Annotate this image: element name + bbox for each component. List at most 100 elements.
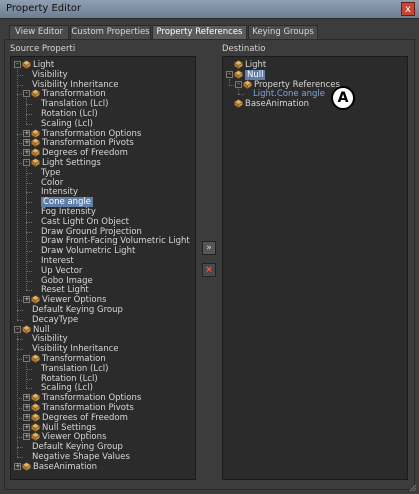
tree-connector <box>26 123 32 125</box>
tree-row-visibility-inheritance[interactable]: Visibility Inheritance <box>11 344 195 354</box>
tree-row-translation-lcl[interactable]: Translation (Lcl) <box>11 364 195 374</box>
tab-custom-properties[interactable]: Custom Properties <box>70 25 151 40</box>
tree-row-default-keying-group[interactable]: Default Keying Group <box>11 305 195 315</box>
expand-icon[interactable]: + <box>23 394 30 402</box>
tree-row-type[interactable]: Type <box>11 168 195 178</box>
collapse-icon[interactable]: - <box>23 355 30 362</box>
tree-row-scaling-lcl[interactable]: Scaling (Lcl) <box>11 383 195 393</box>
tree-connector <box>17 74 23 76</box>
tree-connector <box>26 251 32 253</box>
tree-row-translation-lcl[interactable]: Translation (Lcl) <box>11 99 195 109</box>
tree-row-transformation-pivots[interactable]: + Transformation Pivots <box>11 403 195 413</box>
tree-row-transformation[interactable]: - Transformation <box>11 89 195 99</box>
tree-row-baseanimation[interactable]: + BaseAnimation <box>11 462 195 472</box>
tree-row-transformation[interactable]: - Transformation <box>11 354 195 364</box>
tree-row-null-settings[interactable]: + Null Settings <box>11 423 195 433</box>
tree-row-label: Transformation Pivots <box>42 403 134 413</box>
tree-row-visibility-inheritance[interactable]: Visibility Inheritance <box>11 80 195 90</box>
tree-row-light[interactable]: - Light <box>11 60 195 70</box>
property-node-icon <box>30 89 41 99</box>
tree-row-label: Translation (Lcl) <box>41 99 109 110</box>
expand-icon[interactable]: + <box>23 413 30 421</box>
expand-icon[interactable]: + <box>23 139 30 147</box>
tree-row-property-references[interactable]: - Property References <box>223 80 407 90</box>
tree-row-label: BaseAnimation <box>245 99 310 110</box>
tree-row-draw-ground-projection[interactable]: Draw Ground Projection <box>11 227 195 237</box>
tab-view-editor[interactable]: View Editor <box>9 25 69 40</box>
tree-row-rotation-lcl[interactable]: Rotation (Lcl) <box>11 109 195 119</box>
tree-row-degrees-of-freedom[interactable]: + Degrees of Freedom <box>11 413 195 423</box>
tree-row-light-cone-angle[interactable]: Light.Cone angle <box>223 89 407 99</box>
tree-row-default-keying-group[interactable]: Default Keying Group <box>11 442 195 452</box>
collapse-icon[interactable]: - <box>14 61 21 68</box>
tree-row-up-vector[interactable]: Up Vector <box>11 266 195 276</box>
collapse-icon[interactable]: - <box>226 70 233 78</box>
tree-connector <box>17 133 22 135</box>
expand-icon[interactable]: + <box>23 433 30 441</box>
tree-row-decaytype[interactable]: DecayType <box>11 315 195 325</box>
tree-row-label: Draw Front-Facing Volumetric Light <box>41 236 190 247</box>
tree-row-transformation-options[interactable]: + Transformation Options <box>11 129 195 139</box>
remove-reference-button[interactable]: × <box>202 263 216 277</box>
tree-row-label: Visibility <box>32 69 68 80</box>
property-node-icon <box>21 60 32 70</box>
tree-row-degrees-of-freedom[interactable]: + Degrees of Freedom <box>11 148 195 158</box>
tree-connector <box>17 417 22 419</box>
tree-row-negative-shape-values[interactable]: Negative Shape Values <box>11 452 195 462</box>
collapse-icon[interactable]: - <box>23 159 30 166</box>
source-properties-tree[interactable]: - Light Visibility Visibility Inheritance - T… <box>10 56 196 480</box>
tab-keying-groups[interactable]: Keying Groups <box>248 25 318 40</box>
tree-connector <box>26 212 32 213</box>
expand-icon[interactable]: + <box>23 423 30 431</box>
tree-row-label: Cast Light On Object <box>41 216 129 227</box>
tree-row-label: Translation (Lcl) <box>41 363 109 374</box>
resize-grip-icon[interactable] <box>409 484 417 492</box>
expand-icon[interactable]: + <box>23 129 30 137</box>
tree-row-gobo-image[interactable]: Gobo Image <box>11 276 195 286</box>
tree-row-label: Degrees of Freedom <box>42 148 128 159</box>
property-node-icon <box>30 354 41 364</box>
property-node-icon <box>30 412 41 422</box>
tree-row-null[interactable]: - Null <box>223 69 407 80</box>
tree-row-null[interactable]: - Null <box>11 325 195 335</box>
expand-icon[interactable]: + <box>14 462 21 470</box>
destination-tree[interactable]: Light - Null - Property References Light.Cone… <box>222 56 408 480</box>
tree-connector <box>26 280 32 282</box>
close-button[interactable]: x <box>401 2 415 16</box>
tab-property-references[interactable]: Property References <box>152 25 247 40</box>
tree-row-intensity[interactable]: Intensity <box>11 187 195 197</box>
tree-row-draw-front-facing-volumetric-light[interactable]: Draw Front-Facing Volumetric Light <box>11 236 195 246</box>
expand-icon[interactable]: + <box>23 296 30 304</box>
tree-row-transformation-options[interactable]: + Transformation Options <box>11 393 195 403</box>
expand-icon[interactable]: + <box>23 404 30 411</box>
tree-row-label: DecayType <box>32 314 79 325</box>
tree-row-label: Draw Volumetric Light <box>41 246 136 257</box>
tree-row-visibility[interactable]: Visibility <box>11 334 195 344</box>
collapse-icon[interactable]: - <box>235 80 242 88</box>
tree-row-color[interactable]: Color <box>11 178 195 188</box>
tree-row-light-settings[interactable]: - Light Settings <box>11 158 195 168</box>
tree-row-transformation-pivots[interactable]: + Transformation Pivots <box>11 138 195 148</box>
tree-row-viewer-options[interactable]: + Viewer Options <box>11 432 195 442</box>
tree-row-interest[interactable]: Interest <box>11 256 195 266</box>
tree-connector <box>17 339 23 341</box>
tree-row-visibility[interactable]: Visibility <box>11 70 195 80</box>
tree-row-baseanimation[interactable]: BaseAnimation <box>223 99 407 109</box>
tree-row-label: Scaling (Lcl) <box>41 118 93 129</box>
collapse-icon[interactable]: - <box>23 90 30 98</box>
tree-row-light[interactable]: Light <box>223 60 407 70</box>
title-bar: Property Editor x <box>0 0 419 19</box>
tree-row-fog-intensity[interactable]: Fog Intensity <box>11 207 195 217</box>
tree-row-draw-volumetric-light[interactable]: Draw Volumetric Light <box>11 246 195 256</box>
tree-row-cone-angle[interactable]: Cone angle <box>11 197 195 208</box>
tree-connector <box>17 349 23 351</box>
tree-row-rotation-lcl[interactable]: Rotation (Lcl) <box>11 374 195 384</box>
tree-connector <box>17 457 23 458</box>
expand-icon[interactable]: + <box>23 149 30 157</box>
tree-row-cast-light-on-object[interactable]: Cast Light On Object <box>11 217 195 227</box>
add-reference-button[interactable]: » <box>202 241 216 255</box>
collapse-icon[interactable]: - <box>14 325 21 333</box>
tree-row-reset-light[interactable]: Reset Light <box>11 285 195 295</box>
tree-row-viewer-options[interactable]: + Viewer Options <box>11 295 195 305</box>
tree-row-scaling-lcl[interactable]: Scaling (Lcl) <box>11 119 195 129</box>
